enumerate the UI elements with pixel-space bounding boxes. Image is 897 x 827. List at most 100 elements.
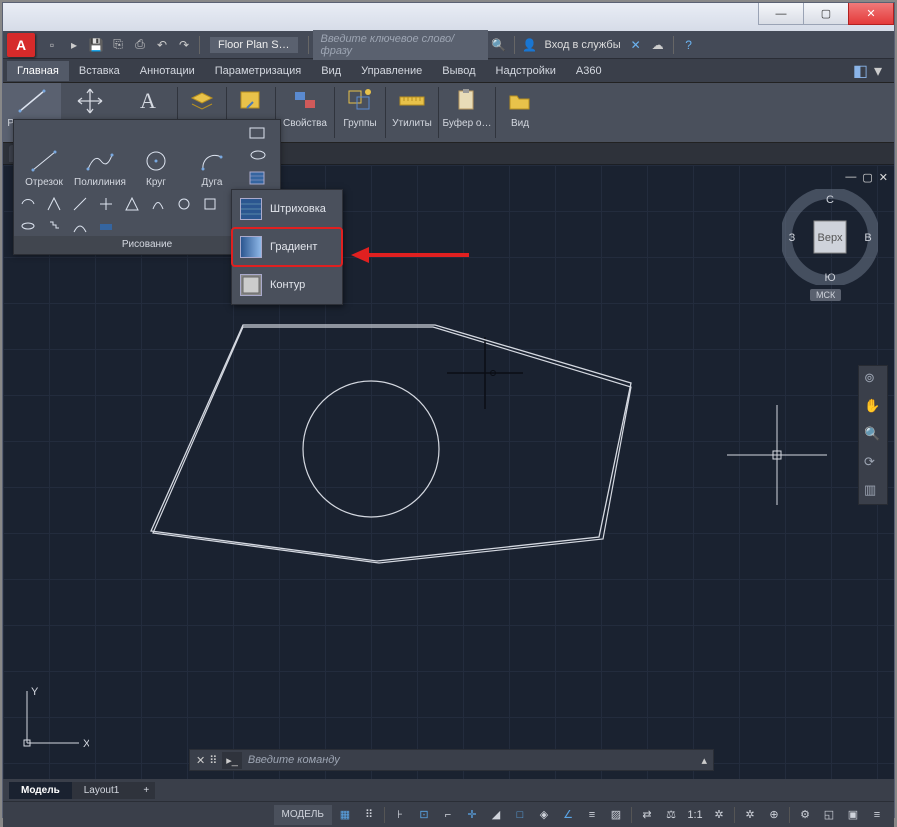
signin-icon[interactable]: 👤 [520, 35, 540, 55]
window-maximize-button[interactable]: ▢ [803, 3, 849, 25]
signin-label[interactable]: Вход в службы [545, 39, 621, 51]
search-input[interactable]: Введите ключевое слово/фразу [313, 30, 488, 60]
mini-tool-11[interactable] [20, 218, 36, 234]
qat-saveas-icon[interactable]: ⎘ [108, 35, 128, 55]
help-icon[interactable]: ? [679, 35, 699, 55]
mini-tool-2[interactable] [46, 196, 62, 212]
tab-layout1[interactable]: Layout1 [72, 782, 132, 799]
ribbon-tab-annotate[interactable]: Аннотации [130, 61, 205, 81]
mini-tool-6[interactable] [150, 196, 166, 212]
mini-tool-5[interactable] [124, 196, 140, 212]
groups-icon [342, 85, 378, 117]
ribbon-panel-groups[interactable]: Группы [335, 83, 385, 142]
flyout-item-hatch[interactable]: Штриховка [232, 190, 342, 228]
status-ortho-icon[interactable]: ⌐ [437, 805, 459, 825]
status-isolate-icon[interactable]: ◱ [818, 805, 840, 825]
tool-rectangle-icon[interactable] [248, 126, 270, 144]
window-close-button[interactable]: ✕ [848, 3, 894, 25]
mini-tool-13[interactable] [72, 218, 88, 234]
status-otrack-icon[interactable]: ∠ [557, 805, 579, 825]
measure-icon [394, 85, 430, 117]
tool-polyline[interactable]: Полилиния [74, 147, 126, 188]
line-icon [14, 85, 50, 117]
ribbon-tab-a360[interactable]: A360 [566, 61, 612, 81]
status-polar-icon[interactable]: ✛ [461, 805, 483, 825]
qat-save-icon[interactable]: 💾 [86, 35, 106, 55]
status-scale-label[interactable]: 1:1 [684, 805, 706, 825]
status-modelspace[interactable]: МОДЕЛЬ [274, 805, 332, 825]
window-minimize-button[interactable]: — [758, 3, 804, 25]
search-icon[interactable]: 🔍 [489, 35, 509, 55]
svg-text:X: X [83, 738, 89, 750]
cli-recent-icon[interactable]: ▴ [695, 754, 713, 767]
ribbon-tab-view[interactable]: Вид [311, 61, 351, 81]
arc-tool-icon [196, 147, 228, 175]
tab-model[interactable]: Модель [9, 782, 72, 799]
tab-add-layout[interactable]: + [131, 782, 155, 799]
ribbon-tab-addins[interactable]: Надстройки [486, 61, 566, 81]
mini-tool-8[interactable] [202, 196, 218, 212]
gradient-icon [240, 236, 262, 258]
app-logo[interactable]: A [7, 33, 35, 57]
ucs-icon[interactable]: X Y [17, 683, 89, 755]
qat-new-icon[interactable]: ▫ [42, 35, 62, 55]
ribbon-tab-output[interactable]: Вывод [432, 61, 485, 81]
status-hardware-icon[interactable]: ⚙ [794, 805, 816, 825]
text-icon: A [130, 85, 166, 117]
ribbon-tab-parametric[interactable]: Параметризация [205, 61, 311, 81]
status-osnap-icon[interactable]: □ [509, 805, 531, 825]
cli-handle-icon[interactable]: ⠿ [209, 754, 216, 767]
flyout-item-boundary[interactable]: Контур [232, 266, 342, 304]
status-ws-switch-icon[interactable]: ⊕ [763, 805, 785, 825]
ribbon-collapse-icon[interactable]: ▾ [874, 61, 882, 81]
ribbon-panel-properties[interactable]: Свойства [276, 83, 334, 142]
a360-icon[interactable]: ☁ [648, 35, 668, 55]
ribbon-panel-clipboard[interactable]: Буфер о… [439, 83, 495, 142]
status-grid-icon[interactable]: ▦ [334, 805, 356, 825]
mini-tool-12[interactable] [46, 218, 62, 234]
flyout-item-gradient[interactable]: Градиент [232, 228, 342, 266]
tool-hatch-icon[interactable] [248, 170, 270, 188]
mini-tool-7[interactable] [176, 196, 192, 212]
ribbon-tabstrip: Главная Вставка Аннотации Параметризация… [3, 59, 894, 83]
mini-tool-4[interactable] [98, 196, 114, 212]
status-transparency-icon[interactable]: ▨ [605, 805, 627, 825]
line-tool-icon [28, 147, 60, 175]
ribbon-tab-home[interactable]: Главная [7, 61, 69, 81]
circle-tool-icon [140, 147, 172, 175]
status-workspace-icon[interactable]: ✲ [739, 805, 761, 825]
move-icon [72, 85, 108, 117]
status-cycling-icon[interactable]: ⇄ [636, 805, 658, 825]
cli-close-icon[interactable]: ✕ [196, 754, 205, 767]
mini-tool-14[interactable] [98, 218, 114, 234]
qat-plot-icon[interactable]: ⎙ [130, 35, 150, 55]
block-icon [233, 85, 269, 117]
qat-undo-icon[interactable]: ↶ [152, 35, 172, 55]
ribbon-featured-apps-icon[interactable]: ◧ [853, 61, 868, 81]
mini-tool-1[interactable] [20, 196, 36, 212]
status-dynamic-icon[interactable]: ⊡ [413, 805, 435, 825]
status-snap-icon[interactable]: ⠿ [358, 805, 380, 825]
hatch-flyout-menu: Штриховка Градиент Контур [231, 189, 343, 305]
tool-ellipse-icon[interactable] [248, 148, 270, 166]
tool-circle[interactable]: Круг [130, 147, 182, 188]
tool-arc[interactable]: Дуга [186, 147, 238, 188]
exchange-icon[interactable]: ✕ [626, 35, 646, 55]
ribbon-panel-utilities[interactable]: Утилиты [386, 83, 438, 142]
status-iso-icon[interactable]: ◢ [485, 805, 507, 825]
ribbon-tab-insert[interactable]: Вставка [69, 61, 130, 81]
status-annoscale[interactable]: ⚖ [660, 805, 682, 825]
status-lineweight-icon[interactable]: ≡ [581, 805, 603, 825]
tool-line[interactable]: Отрезок [18, 147, 70, 188]
status-clean-icon[interactable]: ▣ [842, 805, 864, 825]
mini-tool-3[interactable] [72, 196, 88, 212]
status-3dosnap-icon[interactable]: ◈ [533, 805, 555, 825]
qat-open-icon[interactable]: ▸ [64, 35, 84, 55]
status-annomonitor-icon[interactable]: ✲ [708, 805, 730, 825]
ribbon-panel-view[interactable]: Вид [496, 83, 544, 142]
ribbon-tab-manage[interactable]: Управление [351, 61, 432, 81]
status-infer-icon[interactable]: ⊦ [389, 805, 411, 825]
command-line[interactable]: ✕⠿ ▸_ Введите команду ▴ [189, 749, 714, 771]
status-customize-icon[interactable]: ≡ [866, 805, 888, 825]
qat-redo-icon[interactable]: ↷ [174, 35, 194, 55]
